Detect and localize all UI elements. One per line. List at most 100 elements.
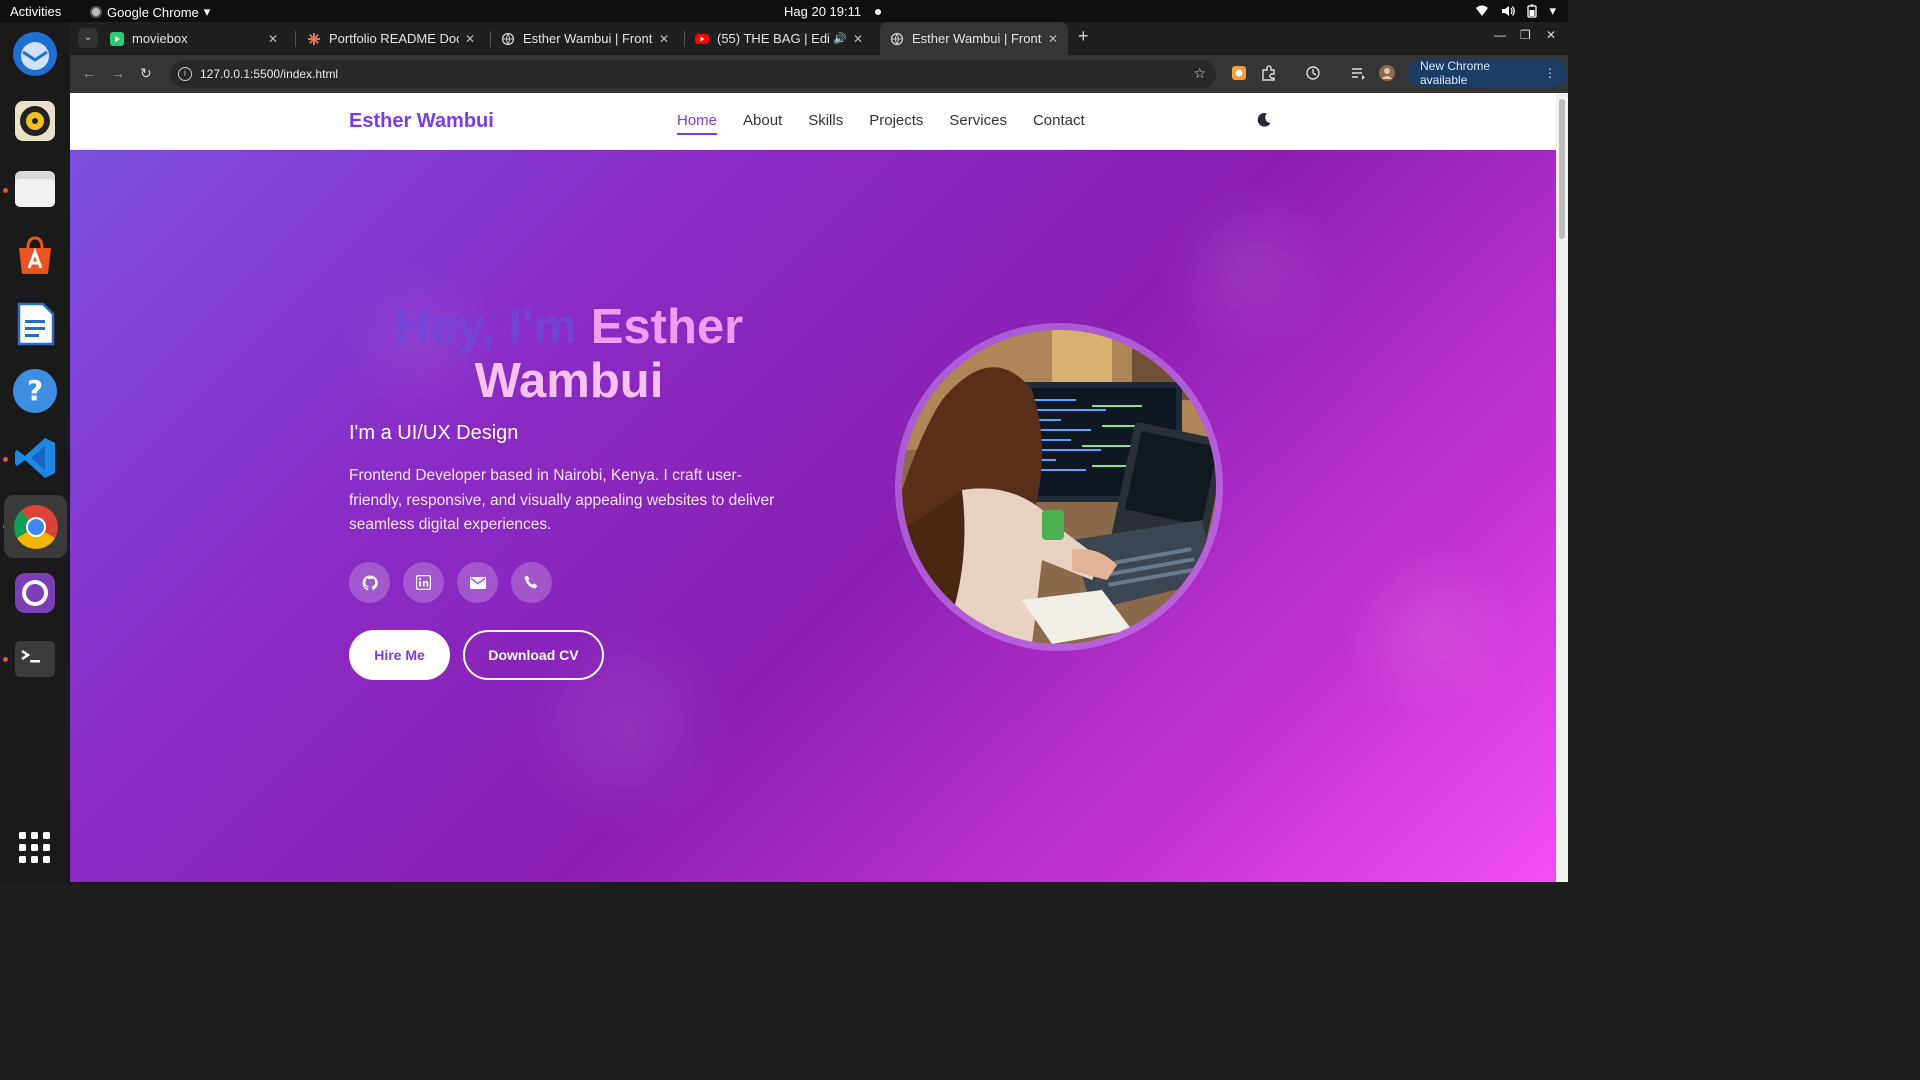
hero-greeting: Hey, I'm xyxy=(394,300,591,354)
files-icon[interactable] xyxy=(11,165,59,213)
profile-photo-frame xyxy=(895,323,1223,651)
terminal-icon[interactable] xyxy=(11,635,59,683)
activities-button[interactable]: Activities xyxy=(10,4,61,19)
clock[interactable]: Hag 20 19:11 xyxy=(784,4,882,19)
hero-subtitle: I'm a UI/UX Design xyxy=(349,422,519,444)
update-label: New Chrome available xyxy=(1420,59,1491,87)
nav-skills[interactable]: Skills xyxy=(808,112,843,129)
more-menu-icon[interactable]: ⋮ xyxy=(1544,66,1556,80)
app-grid-icon[interactable] xyxy=(11,824,59,872)
dock: ? xyxy=(0,22,70,882)
hire-me-button[interactable]: Hire Me xyxy=(349,630,450,680)
site-logo[interactable]: Esther Wambui xyxy=(349,110,494,133)
claude-favicon-icon xyxy=(307,32,321,46)
close-tab-icon[interactable]: ✕ xyxy=(659,32,669,46)
close-tab-icon[interactable]: ✕ xyxy=(853,32,863,46)
back-icon[interactable]: ← xyxy=(82,65,96,81)
battery-icon xyxy=(1527,4,1538,18)
maximize-icon[interactable]: ❐ xyxy=(1520,28,1531,42)
extension-orange-icon[interactable] xyxy=(1231,65,1247,81)
audio-playing-icon[interactable]: 🔊 xyxy=(833,32,847,45)
hero-actions: Hire Me Download CV xyxy=(349,630,604,680)
tab-title: Esther Wambui | Fronten xyxy=(523,31,653,46)
clock-label: Hag 20 19:11 xyxy=(784,4,862,19)
site-info-icon[interactable]: i xyxy=(178,67,192,81)
nav-services[interactable]: Services xyxy=(949,112,1007,129)
tab-esther-wambui-1[interactable]: Esther Wambui | Fronten ✕ xyxy=(491,22,679,55)
tab-search-button[interactable]: ⌄ xyxy=(78,28,98,48)
close-window-icon[interactable]: ✕ xyxy=(1546,28,1556,42)
browser-window: ⌄ moviebox ✕ Portfolio README Docu ✕ Est… xyxy=(70,22,1568,882)
email-icon xyxy=(469,576,486,589)
tab-moviebox[interactable]: moviebox ✕ xyxy=(100,22,288,55)
close-tab-icon[interactable]: ✕ xyxy=(1048,32,1058,46)
linkedin-icon xyxy=(416,575,431,590)
help-icon[interactable]: ? xyxy=(11,367,59,415)
new-tab-button[interactable]: + xyxy=(1078,26,1089,47)
github-icon xyxy=(362,574,378,590)
tab-strip: ⌄ moviebox ✕ Portfolio README Docu ✕ Est… xyxy=(70,22,1568,55)
app-menu[interactable]: Google Chrome ▾ xyxy=(90,4,210,20)
phone-link[interactable] xyxy=(511,562,552,603)
chrome-small-icon xyxy=(90,6,102,18)
github-desktop-icon[interactable] xyxy=(11,569,59,617)
app-center-icon[interactable] xyxy=(11,232,59,280)
minimize-icon[interactable]: — xyxy=(1494,28,1506,42)
tab-portfolio-readme[interactable]: Portfolio README Docu ✕ xyxy=(297,22,485,55)
moviebox-favicon-icon xyxy=(110,31,124,46)
thunderbird-icon[interactable] xyxy=(11,30,59,78)
nav-projects[interactable]: Projects xyxy=(869,112,923,129)
reload-icon[interactable]: ↻ xyxy=(140,65,152,82)
globe-favicon-icon xyxy=(501,32,515,46)
libreoffice-writer-icon[interactable] xyxy=(11,300,59,348)
profile-avatar-icon[interactable] xyxy=(1379,65,1395,81)
hero-title: Hey, I'm Esther Wambui xyxy=(349,300,789,408)
tab-title: Portfolio README Docu xyxy=(329,31,459,46)
system-menu-caret-icon: ▾ xyxy=(1549,3,1556,18)
address-bar[interactable]: i 127.0.0.1:5500/index.html ☆ xyxy=(170,60,1216,88)
system-top-bar: Activities Google Chrome ▾ Hag 20 19:11 … xyxy=(0,0,1568,22)
running-indicator xyxy=(3,188,8,193)
phone-icon xyxy=(524,575,538,589)
vscode-icon[interactable] xyxy=(11,434,59,482)
bookmark-star-icon[interactable]: ☆ xyxy=(1193,65,1206,82)
svg-text:?: ? xyxy=(27,374,43,407)
youtube-favicon-icon xyxy=(695,32,709,46)
github-link[interactable] xyxy=(349,562,390,603)
scrollbar-thumb[interactable] xyxy=(1559,99,1565,239)
running-indicator xyxy=(3,457,8,462)
media-queue-icon[interactable] xyxy=(1350,65,1366,81)
download-cv-button[interactable]: Download CV xyxy=(463,630,604,680)
rhythmbox-icon[interactable] xyxy=(11,97,59,145)
app-menu-label: Google Chrome xyxy=(107,4,199,20)
close-tab-icon[interactable]: ✕ xyxy=(268,32,278,46)
tab-esther-wambui-active[interactable]: Esther Wambui | Fronten ✕ xyxy=(880,22,1068,55)
nav-contact[interactable]: Contact xyxy=(1033,112,1085,129)
hero-description: Frontend Developer based in Nairobi, Ken… xyxy=(349,467,775,533)
hero-section: Hey, I'm Esther Wambui I'm a UI/UX Desig… xyxy=(70,150,1556,882)
history-icon[interactable] xyxy=(1305,65,1321,81)
email-link[interactable] xyxy=(457,562,498,603)
caret-down-icon: ▾ xyxy=(203,4,211,19)
linkedin-link[interactable] xyxy=(403,562,444,603)
volume-icon xyxy=(1502,6,1516,16)
forward-icon[interactable]: → xyxy=(111,65,125,81)
new-chrome-available-button[interactable]: New Chrome available ⋮ xyxy=(1408,59,1568,87)
wifi-icon xyxy=(1476,5,1489,16)
tab-youtube[interactable]: (55) THE BAG | Edition 🔊 ✕ xyxy=(685,22,873,55)
url-text: 127.0.0.1:5500/index.html xyxy=(200,67,339,81)
site-nav-menu: Home About Skills Projects Services Cont… xyxy=(677,112,1085,135)
system-tray[interactable]: ▾ xyxy=(1475,3,1556,19)
page-scrollbar[interactable] xyxy=(1556,93,1568,882)
notification-dot-icon xyxy=(875,8,882,15)
tab-title: moviebox xyxy=(132,31,188,46)
site-header: Esther Wambui Home About Skills Projects… xyxy=(70,93,1556,150)
chrome-icon[interactable] xyxy=(4,495,67,558)
close-tab-icon[interactable]: ✕ xyxy=(465,32,475,46)
nav-home[interactable]: Home xyxy=(677,112,718,135)
hero-name-first: Esther xyxy=(590,300,744,354)
profile-photo xyxy=(902,330,1216,644)
extensions-puzzle-icon[interactable] xyxy=(1261,65,1277,81)
nav-about[interactable]: About xyxy=(743,112,782,129)
moon-icon[interactable] xyxy=(1256,112,1272,128)
